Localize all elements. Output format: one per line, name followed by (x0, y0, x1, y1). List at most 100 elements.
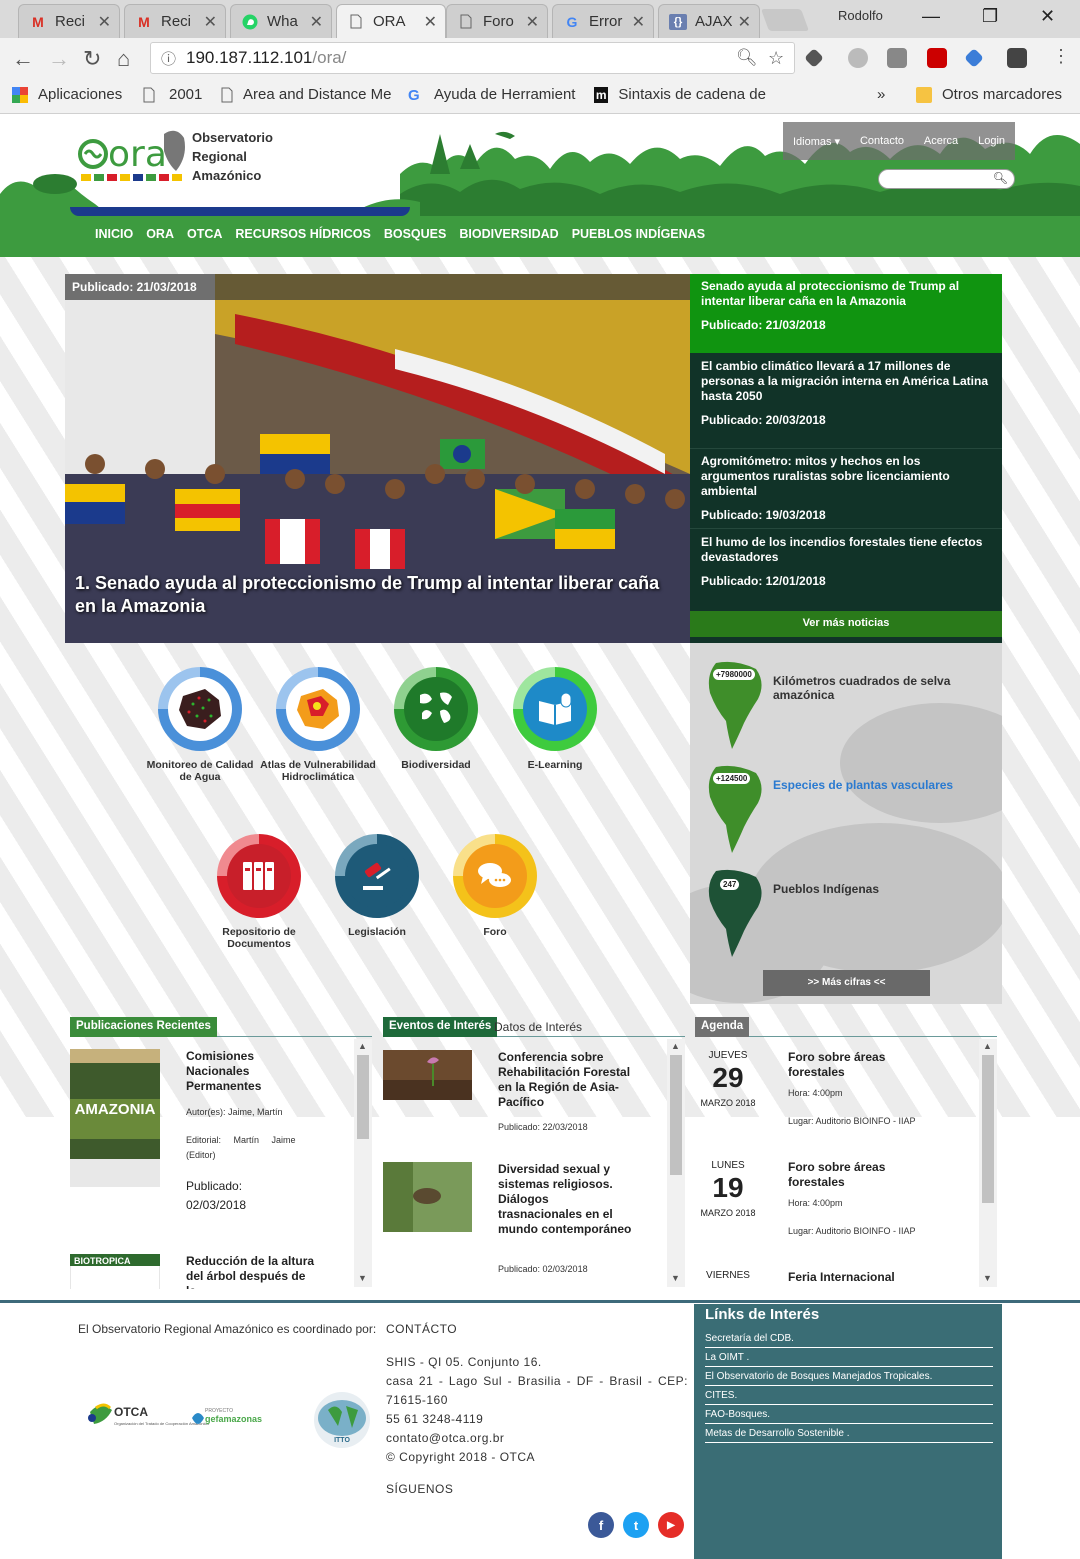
agenda-title[interactable]: Feria Internacional (788, 1270, 918, 1285)
restore-icon[interactable]: ❐ (982, 6, 998, 27)
agenda-item[interactable]: VIERNES Feria Internacional (695, 1270, 977, 1286)
browser-tab[interactable]: Wha ✕ (230, 4, 332, 38)
publication-title[interactable]: Comisiones Nacionales Permanentes (186, 1049, 316, 1094)
browser-tab[interactable]: G Error ✕ (552, 4, 654, 38)
news-title[interactable]: El humo de los incendios forestales tien… (701, 535, 991, 565)
module-water-quality[interactable] (158, 667, 242, 751)
close-icon[interactable]: ✕ (98, 12, 111, 32)
agenda-title[interactable]: Foro sobre áreas forestales (788, 1050, 918, 1080)
bookmark-item[interactable]: Area and Distance Me (221, 86, 391, 103)
publication-item[interactable]: BIOTROPICA Reducción de la altura del ár… (70, 1254, 352, 1289)
scroll-up-icon[interactable]: ▲ (358, 1041, 367, 1051)
reload-icon[interactable]: ↻ (83, 46, 101, 72)
close-icon[interactable]: ✕ (526, 12, 539, 32)
news-item[interactable]: El humo de los incendios forestales tien… (690, 530, 1002, 610)
interest-link[interactable]: Metas de Desarrollo Sostenible . (705, 1424, 993, 1443)
skype-extension-icon[interactable] (848, 48, 868, 68)
figure-label-link[interactable]: Especies de plantas vasculares (773, 778, 973, 792)
publication-title[interactable]: Reducción de la altura del árbol después… (186, 1254, 316, 1289)
scrollbar[interactable]: ▲ ▼ (667, 1039, 685, 1287)
twitter-icon[interactable]: t (623, 1512, 649, 1538)
scrollbar-thumb[interactable] (670, 1055, 682, 1175)
news-title[interactable]: Senado ayuda al proteccionismo de Trump … (701, 279, 991, 309)
nav-item-inicio[interactable]: INICIO (95, 227, 133, 241)
interest-link[interactable]: El Observatorio de Bosques Manejados Tro… (705, 1367, 993, 1386)
login-link[interactable]: Login (978, 135, 1005, 147)
home-icon[interactable]: ⌂ (117, 46, 130, 72)
close-icon[interactable]: ✕ (310, 12, 323, 32)
more-bookmarks-button[interactable]: » (877, 86, 885, 103)
nav-item-biodiversidad[interactable]: BIODIVERSIDAD (459, 227, 558, 241)
more-figures-button[interactable]: >> Más cifras << (763, 970, 930, 996)
tab-events[interactable]: Eventos de Interés (383, 1017, 498, 1037)
menu-icon[interactable]: ⋮ (1052, 46, 1070, 67)
zoom-icon[interactable]: 🔍︎ (736, 48, 758, 68)
interest-link[interactable]: Secretaría del CDB. (705, 1329, 993, 1348)
module-label[interactable]: Atlas de Vulnerabilidad Hidroclimática (258, 759, 378, 783)
scrollbar-thumb[interactable] (357, 1055, 369, 1139)
news-item[interactable]: Agromitómetro: mitos y hechos en los arg… (690, 449, 1002, 529)
module-label[interactable]: Legislación (317, 926, 437, 938)
bookmark-star-icon[interactable]: ☆ (768, 48, 784, 69)
other-bookmarks[interactable]: Otros marcadores (916, 86, 1062, 103)
event-title[interactable]: Diversidad sexual y sistemas religiosos.… (498, 1162, 633, 1237)
youtube-icon[interactable]: ▶ (658, 1512, 684, 1538)
bulb-extension-icon[interactable] (1007, 48, 1027, 68)
scroll-down-icon[interactable]: ▼ (671, 1273, 680, 1283)
hero-slider[interactable]: Publicado: 21/03/2018 1. Senado ayuda al… (65, 274, 690, 643)
scrollbar[interactable]: ▲ ▼ (979, 1039, 997, 1287)
module-biodiversity[interactable] (394, 667, 478, 751)
site-search-input[interactable]: 🔍︎ (878, 169, 1015, 189)
close-icon[interactable]: ✕ (738, 12, 751, 32)
extension-icon[interactable] (887, 48, 907, 68)
module-legislation[interactable] (335, 834, 419, 918)
info-icon[interactable]: ⓘ (161, 48, 176, 69)
browser-tab[interactable]: {} AJAX ✕ (658, 4, 760, 38)
forward-icon[interactable]: → (48, 46, 70, 72)
news-title[interactable]: Agromitómetro: mitos y hechos en los arg… (701, 454, 991, 499)
close-icon[interactable]: ✕ (632, 12, 645, 32)
browser-tab[interactable]: M Reci ✕ (124, 4, 226, 38)
event-title[interactable]: Conferencia sobre Rehabilitación Foresta… (498, 1050, 633, 1110)
languages-menu[interactable]: Idiomas ▾ (793, 135, 840, 148)
back-icon[interactable]: ← (12, 46, 34, 72)
module-elearning[interactable] (513, 667, 597, 751)
pdf-extension-icon[interactable] (927, 48, 947, 68)
module-label[interactable]: E-Learning (495, 759, 615, 771)
new-tab-button[interactable] (760, 9, 810, 31)
eraser-extension-icon[interactable] (804, 48, 824, 68)
bookmark-item[interactable]: 2001 (143, 86, 202, 103)
scroll-up-icon[interactable]: ▲ (983, 1041, 992, 1051)
news-item[interactable]: El cambio climático llevará a 17 millone… (690, 354, 1002, 449)
module-label[interactable]: Monitoreo de Calidad de Agua (140, 759, 260, 783)
bookmark-item[interactable]: Aplicaciones (12, 86, 122, 103)
agenda-title[interactable]: Foro sobre áreas forestales (788, 1160, 918, 1190)
browser-tab-active[interactable]: ORA ✕ (336, 4, 446, 38)
minimize-icon[interactable]: — (922, 6, 940, 27)
interest-link[interactable]: FAO-Bosques. (705, 1405, 993, 1424)
nav-item-recursos-hidricos[interactable]: RECURSOS HÍDRICOS (235, 227, 370, 241)
scroll-up-icon[interactable]: ▲ (671, 1041, 680, 1051)
hero-title[interactable]: 1. Senado ayuda al proteccionismo de Tru… (75, 572, 685, 618)
news-title[interactable]: El cambio climático llevará a 17 millone… (701, 359, 991, 404)
module-label[interactable]: Foro (435, 926, 555, 938)
address-bar[interactable]: ⓘ 190.187.112.101/ora/ 🔍︎ ☆ (150, 42, 795, 74)
bookmark-item[interactable]: G Ayuda de Herramient (408, 86, 578, 103)
tab-data[interactable]: Datos de Interés (488, 1017, 588, 1037)
module-label[interactable]: Biodiversidad (376, 759, 496, 771)
interest-link[interactable]: CITES. (705, 1386, 993, 1405)
close-icon[interactable]: ✕ (424, 12, 437, 32)
profile-name[interactable]: Rodolfo (838, 8, 883, 23)
contact-email[interactable]: contato@otca.org.br (386, 1429, 688, 1448)
nav-item-otca[interactable]: OTCA (187, 227, 222, 241)
more-news-button[interactable]: Ver más noticias (690, 611, 1002, 637)
agenda-tab[interactable]: Agenda (695, 1017, 750, 1037)
contact-link[interactable]: Contacto (860, 135, 904, 147)
browser-tab[interactable]: M Reci ✕ (18, 4, 120, 38)
nav-item-bosques[interactable]: BOSQUES (384, 227, 447, 241)
browser-tab[interactable]: Foro ✕ (446, 4, 548, 38)
facebook-icon[interactable]: f (588, 1512, 614, 1538)
scroll-down-icon[interactable]: ▼ (983, 1273, 992, 1283)
news-item[interactable]: Senado ayuda al proteccionismo de Trump … (690, 274, 1002, 353)
interest-link[interactable]: La OIMT . (705, 1348, 993, 1367)
